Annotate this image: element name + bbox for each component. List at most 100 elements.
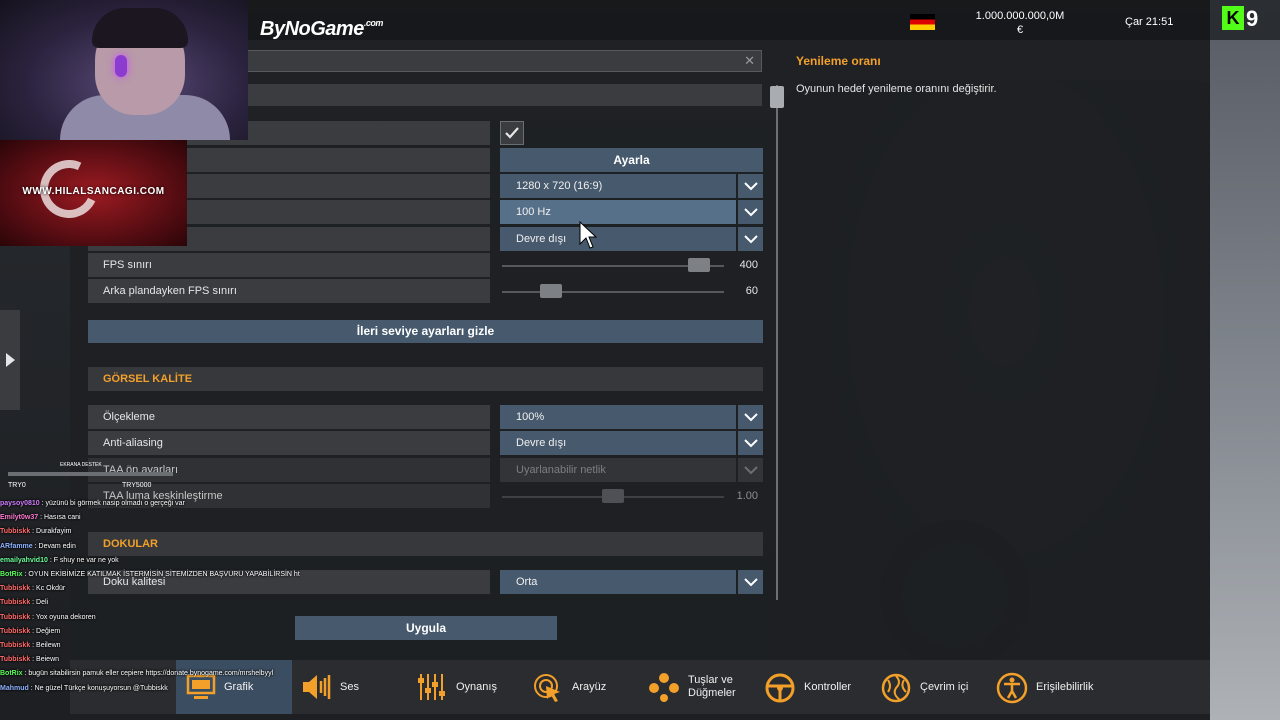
chat-message: Tubbiskk : Yox oyuna dekoren	[0, 611, 300, 625]
scaling-label: Ölçekleme	[88, 405, 490, 429]
chat-message: paysoy0810 : yüzünü bi görmek nasip olma…	[0, 497, 300, 511]
chevron-down-icon	[744, 466, 758, 475]
nav-label-gameplay[interactable]: Oynanış	[456, 681, 497, 694]
nav-label-interface[interactable]: Arayüz	[572, 681, 606, 694]
resolution-dropdown-button[interactable]	[738, 174, 763, 198]
chat-text: : Yox oyuna dekoren	[30, 613, 96, 621]
cursor-icon[interactable]	[532, 672, 564, 704]
close-icon[interactable]: ✕	[744, 53, 755, 69]
bg-fps-slider-thumb[interactable]	[540, 284, 562, 298]
chat-username: Emilyt0w37	[0, 514, 39, 522]
chevron-down-icon	[744, 182, 758, 191]
chevron-down-icon	[744, 439, 758, 448]
fps-limit-value: 400	[739, 259, 758, 271]
chat-text: : Kc Okdür	[30, 585, 66, 593]
texture-quality-dropdown-button[interactable]	[738, 570, 763, 594]
fps-limit-slider-thumb[interactable]	[688, 258, 710, 272]
chat-message: Mahmud : Ne güzel Türkçe konuşuyorsun @T…	[0, 682, 300, 696]
chat-text: : Deli	[30, 599, 49, 607]
chat-text: : bugün sitabilirsin pamuk eller cepiere…	[22, 670, 274, 678]
sliders-icon[interactable]	[416, 672, 448, 702]
chat-text: : Beiewn	[30, 656, 60, 664]
chat-username: Mahmud	[0, 684, 29, 692]
check-icon	[505, 127, 519, 139]
vsync-dropdown-button[interactable]	[738, 227, 763, 251]
section-header-visual-quality: GÖRSEL KALİTE	[88, 367, 763, 391]
banner-url: WWW.HILALSANCAGI.COM	[22, 186, 165, 197]
chat-message: Tubbiskk : Beiewn	[0, 653, 300, 667]
bynogame-logo: ByNoGame.com	[260, 18, 383, 40]
donation-current: TRY0	[8, 482, 26, 489]
anti-aliasing-select[interactable]: Devre dışı	[500, 431, 736, 455]
fps-limit-label: FPS sınırı	[88, 253, 490, 277]
chat-username: ARfamme	[0, 542, 33, 550]
chat-message: Emilyt0w37 : Hasısa cani	[0, 511, 300, 525]
texture-quality-select[interactable]: Orta	[500, 570, 736, 594]
headset-light	[115, 55, 127, 77]
taa-sharpen-slider-thumb	[602, 489, 624, 503]
chat-username: Tubbiskk	[0, 627, 31, 635]
adjust-button[interactable]: Ayarla	[500, 148, 763, 172]
chat-username: Tubbiskk	[0, 585, 31, 593]
game-clock: Çar 21:51	[1125, 16, 1174, 28]
accessibility-icon[interactable]	[996, 672, 1028, 704]
refresh-rate-dropdown-button[interactable]	[738, 200, 763, 224]
bg-fps-slider-track[interactable]	[502, 291, 724, 293]
settings-scrollbar-track[interactable]	[776, 85, 778, 600]
chevron-down-icon	[744, 208, 758, 217]
settings-scrollbar-thumb[interactable]	[770, 86, 784, 108]
donation-progress-bar	[8, 472, 173, 476]
chat-username: BotRix	[0, 571, 23, 579]
background-building	[1210, 40, 1280, 720]
advanced-settings-toggle[interactable]: İleri seviye ayarları gizle	[88, 320, 763, 343]
scaling-select[interactable]: 100%	[500, 405, 736, 429]
chat-text: : yüzünü bi görmek nasip olmadı o gerçeğ…	[39, 500, 185, 507]
chat-text: : Ne güzel Türkçe konuşuyorsun @Tubbiskk	[28, 684, 168, 692]
buttons-icon[interactable]	[648, 672, 680, 702]
scaling-dropdown-button[interactable]	[738, 405, 763, 429]
chat-text: : Hasısa cani	[38, 514, 81, 522]
chat-message: BotRix : bugün sitabilirsin pamuk eller …	[0, 667, 300, 681]
chat-text: : Değiem	[30, 627, 61, 635]
fullscreen-checkbox[interactable]	[500, 121, 524, 145]
money-currency: €	[1016, 24, 1024, 36]
nav-label-accessibility[interactable]: Erişilebilirlik	[1036, 681, 1093, 694]
refresh-rate-select[interactable]: 100 Hz	[500, 200, 736, 224]
bg-fps-limit-label: Arka plandayken FPS sınırı	[88, 279, 490, 303]
search-input[interactable]: ✕	[240, 50, 762, 72]
chat-username: emailyahvid10	[0, 556, 48, 564]
resolution-select[interactable]: 1280 x 720 (16:9)	[500, 174, 736, 198]
chat-text: : Beilewn	[30, 642, 61, 650]
chat-username: Tubbiskk	[0, 599, 31, 607]
webcam-overlay	[0, 0, 248, 140]
globe-icon[interactable]	[880, 672, 912, 704]
chat-username: paysoy0810	[0, 500, 40, 507]
chat-message: Tubbiskk : Durakfayim	[0, 525, 300, 539]
chevron-right-icon	[6, 353, 15, 367]
nav-label-controls[interactable]: Kontroller	[804, 681, 851, 694]
vsync-select[interactable]: Devre dışı	[500, 227, 736, 251]
donation-target: TRY5000	[122, 482, 152, 489]
preset-row[interactable]	[240, 84, 762, 106]
side-expand-tab[interactable]	[0, 310, 20, 410]
nav-label-sound[interactable]: Ses	[340, 681, 359, 694]
nav-label-online[interactable]: Çevrim içi	[920, 681, 968, 694]
apply-button[interactable]: Uygula	[295, 616, 557, 640]
speaker-icon[interactable]	[300, 672, 332, 702]
stream-chat: paysoy0810 : yüzünü bi görmek nasip olma…	[0, 497, 300, 720]
nav-label-keys-buttons[interactable]: Tuşlar ve Düğmeler	[688, 674, 736, 700]
chat-message: Tubbiskk : Beilewn	[0, 639, 300, 653]
kick-letter: K	[1222, 6, 1244, 30]
description-title: Yenileme oranı	[796, 54, 881, 68]
sponsor-banner: WWW.HILALSANCAGI.COM	[0, 140, 187, 246]
taa-sharpen-value: 1.00	[736, 490, 758, 502]
chat-message: emailyahvid10 : F shuy ne var ne yok	[0, 554, 300, 568]
chat-text: : Durakfayim	[30, 528, 72, 536]
steering-wheel-icon[interactable]	[764, 672, 796, 704]
money-amount: 1.000.000.000,0M	[975, 10, 1065, 22]
nav-label-keys-line2: Düğmeler	[688, 687, 736, 699]
chat-username: Tubbiskk	[0, 642, 31, 650]
anti-aliasing-dropdown-button[interactable]	[738, 431, 763, 455]
chat-text: : F shuy ne var ne yok	[47, 556, 119, 564]
chat-text: : Devam edin	[32, 542, 76, 550]
